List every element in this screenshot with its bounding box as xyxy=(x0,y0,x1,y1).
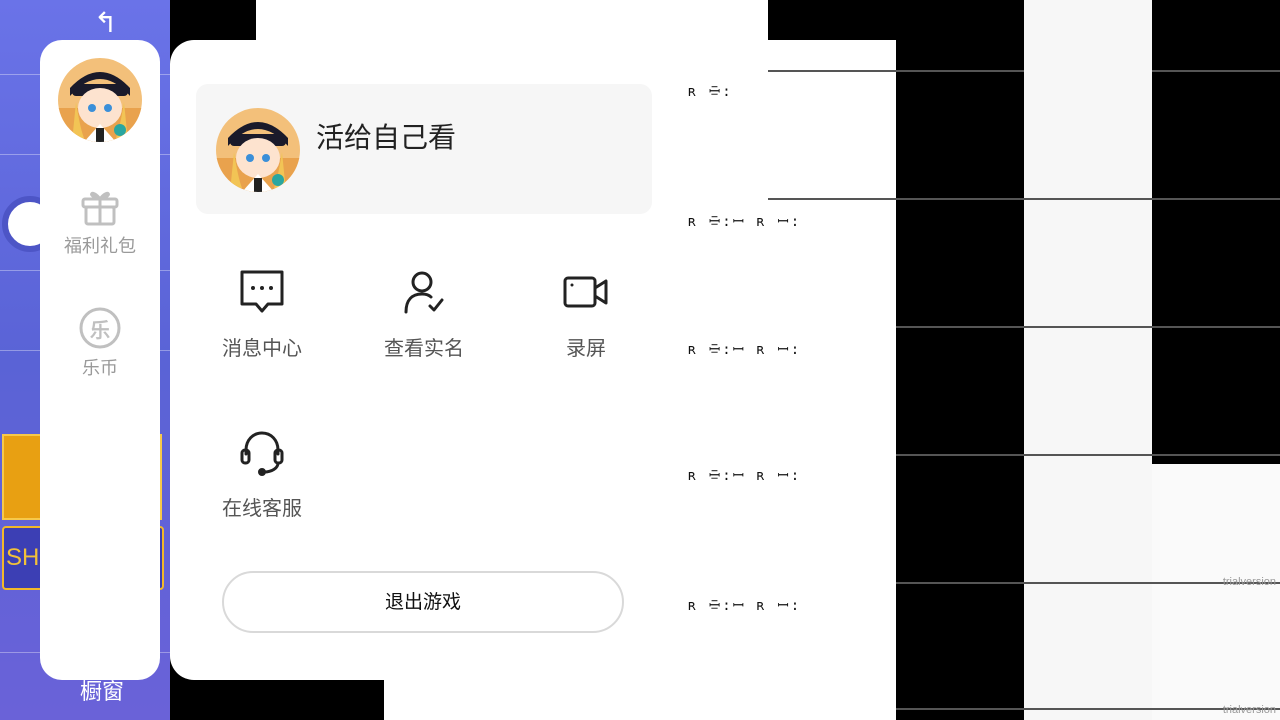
bg-artifact xyxy=(1152,70,1280,72)
menu-item-online-support[interactable]: 在线客服 xyxy=(192,426,332,521)
sidebar-item-label: 乐币 xyxy=(82,358,118,379)
bg-artifact xyxy=(768,70,1024,72)
bg-artifact xyxy=(768,198,1280,200)
menu-item-verify-identity[interactable]: 查看实名 xyxy=(354,266,494,361)
bg-artifact: ʀ ꟷ̲̅: xyxy=(688,84,733,100)
avatar[interactable] xyxy=(58,58,142,142)
gift-icon xyxy=(81,191,119,226)
sidebar: 福利礼包 乐 乐币 xyxy=(40,40,160,680)
user-verify-icon xyxy=(404,271,444,314)
watermark-text: trialversion xyxy=(1222,704,1276,716)
exit-game-button[interactable]: 退出游戏 xyxy=(222,571,624,633)
profile-card[interactable]: 活给自己看 xyxy=(196,84,652,214)
bg-artifact: ʀ ꟷ̲̅:ꟷ ʀ ꟷ: xyxy=(688,214,802,230)
profile-nickname: 活给自己看 xyxy=(316,121,457,154)
menu-item-label: 在线客服 xyxy=(222,496,302,520)
bg-artifact: ʀ ꟷ̲̅:ꟷ ʀ ꟷ: xyxy=(688,468,802,484)
bg-artifact: ʀ ꟷ̲̅:ꟷ ʀ ꟷ: xyxy=(688,342,802,358)
message-icon xyxy=(240,270,284,313)
bg-white-block xyxy=(256,0,768,40)
sidebar-item-gift[interactable]: 福利礼包 xyxy=(40,184,160,258)
menu-item-label: 消息中心 xyxy=(222,336,302,360)
bg-tile xyxy=(1152,464,1280,720)
back-arrow-icon: ↰ xyxy=(94,6,118,39)
user-center-panel: 活给自己看 消息中心 查看实名 录屏 在线客服 退出游戏 xyxy=(170,40,652,680)
menu-item-label: 查看实名 xyxy=(384,336,464,360)
profile-avatar xyxy=(216,108,300,192)
sidebar-item-label: 福利礼包 xyxy=(64,236,136,257)
sidebar-item-le-coin[interactable]: 乐 乐币 xyxy=(40,306,160,380)
bg-artifact: ʀ ꟷ̲̅:ꟷ ʀ ꟷ: xyxy=(688,598,802,614)
menu-item-message-center[interactable]: 消息中心 xyxy=(192,266,332,361)
menu-item-label: 录屏 xyxy=(566,336,606,360)
bg-tile-column xyxy=(1024,0,1152,720)
menu-item-screen-record[interactable]: 录屏 xyxy=(516,266,656,361)
bg-artifact xyxy=(896,326,1280,328)
bg-white-block xyxy=(640,40,896,720)
bg-artifact xyxy=(896,454,1280,456)
video-record-icon xyxy=(563,276,608,308)
le-coin-glyph: 乐 xyxy=(90,318,110,342)
headset-icon xyxy=(240,431,284,476)
watermark-text: trialversion xyxy=(1222,576,1276,588)
bg-white-block xyxy=(384,680,896,720)
